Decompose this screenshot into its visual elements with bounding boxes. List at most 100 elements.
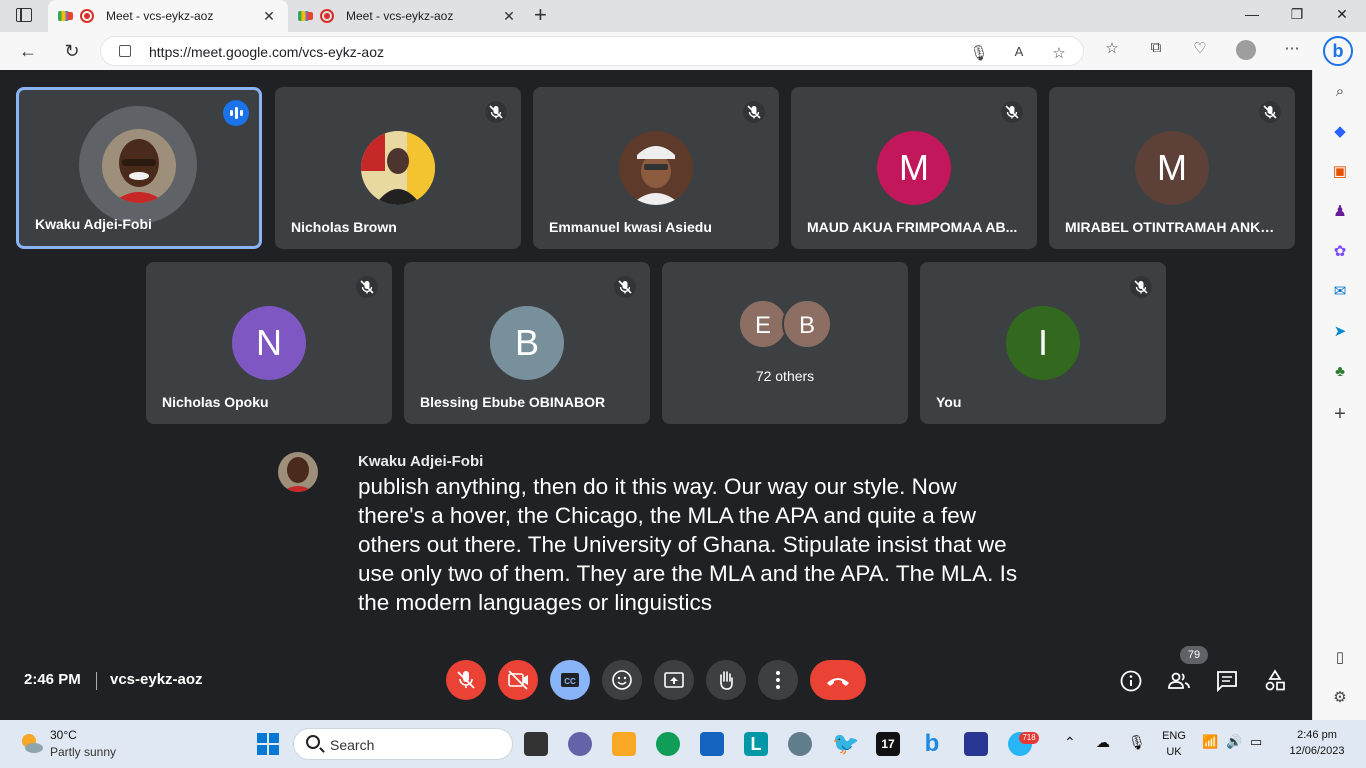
outlook-icon[interactable]: ✉: [1330, 282, 1350, 302]
participant-tile-kwaku[interactable]: Kwaku Adjei-Fobi: [16, 87, 262, 249]
meeting-info-icon[interactable]: [1118, 668, 1144, 694]
tab-actions-icon[interactable]: [16, 8, 32, 22]
speaking-indicator-icon: [223, 100, 249, 126]
weather-partly-sunny-icon[interactable]: [18, 730, 44, 756]
participant-tile-others[interactable]: E B 72 others: [662, 262, 908, 424]
refresh-icon[interactable]: ↻: [60, 40, 84, 62]
restore-icon[interactable]: ❐: [1287, 6, 1307, 23]
meeting-time: 2:46 PM: [24, 671, 81, 688]
more-menu-icon[interactable]: ⋯: [1282, 39, 1302, 57]
twitter-icon[interactable]: 🐦: [832, 732, 859, 756]
weather-description[interactable]: Partly sunny: [50, 745, 116, 759]
clock-time[interactable]: 2:46 pm: [1282, 729, 1352, 741]
meet-favicon-icon: [298, 9, 314, 23]
volume-icon[interactable]: 🔊: [1226, 734, 1242, 750]
lock-icon[interactable]: [119, 45, 131, 57]
microsoft-store-icon[interactable]: [700, 732, 724, 756]
address-bar[interactable]: https://meet.google.com/vcs-eykz-aoz 🎙 A…: [100, 36, 1084, 66]
close-window-icon[interactable]: ✕: [1332, 6, 1352, 23]
clock-date[interactable]: 12/06/2023: [1282, 745, 1352, 757]
taskbar-search-box[interactable]: Search: [293, 728, 513, 760]
favorite-star-icon[interactable]: ☆: [1049, 44, 1069, 62]
browser-essentials-icon[interactable]: ♡: [1190, 39, 1210, 57]
participant-tile-mirabel[interactable]: M MIRABEL OTINTRAMAH ANKR...: [1049, 87, 1295, 249]
participant-photo: [102, 129, 176, 203]
show-hidden-icons-icon[interactable]: ⌃: [1064, 734, 1076, 751]
mic-off-icon: [614, 276, 636, 298]
sidebar-settings-icon[interactable]: ⚙: [1330, 688, 1350, 708]
activities-icon[interactable]: [1262, 668, 1288, 694]
participant-tile-nicholas-brown[interactable]: Nicholas Brown: [275, 87, 521, 249]
new-tab-icon[interactable]: +: [534, 4, 547, 26]
bing-copilot-icon[interactable]: b: [1323, 36, 1353, 66]
tools-icon[interactable]: ▣: [1330, 162, 1350, 182]
windows-start-icon[interactable]: [256, 732, 280, 756]
participant-name: Nicholas Brown: [291, 219, 397, 235]
raise-hand-button[interactable]: [706, 660, 746, 700]
emoji-reaction-button[interactable]: [602, 660, 642, 700]
participant-tile-you[interactable]: I You: [920, 262, 1166, 424]
participant-tile-nicholas-opoku[interactable]: N Nicholas Opoku: [146, 262, 392, 424]
mic-toggle-button[interactable]: [446, 660, 486, 700]
microsoft365-icon[interactable]: ✿: [1330, 242, 1350, 262]
participant-avatar: N: [232, 306, 306, 380]
hide-sidebar-icon[interactable]: ▯: [1330, 648, 1350, 668]
sidebar-search-icon[interactable]: ⌕: [1330, 82, 1350, 102]
present-screen-button[interactable]: [654, 660, 694, 700]
settings-gear-icon[interactable]: [788, 732, 812, 756]
drop-icon[interactable]: ➤: [1330, 322, 1350, 342]
others-avatar: B: [782, 299, 832, 349]
weather-temperature[interactable]: 30°C: [50, 728, 77, 742]
close-tab-icon[interactable]: ✕: [260, 8, 278, 25]
file-explorer-icon[interactable]: [612, 732, 636, 756]
meet-stage: Kwaku Adjei-Fobi Nicholas Brown Emmanuel…: [0, 70, 1312, 720]
language-indicator[interactable]: ENG: [1160, 730, 1188, 742]
tab-meet-active[interactable]: Meet - vcs-eykz-aoz ✕: [48, 0, 288, 32]
microphone-tray-icon[interactable]: 🎙: [1128, 734, 1146, 751]
profile-avatar[interactable]: [1236, 40, 1256, 60]
shopping-icon[interactable]: ◆: [1330, 122, 1350, 142]
teams-chat-icon[interactable]: [568, 732, 592, 756]
caption-speaker-name: Kwaku Adjei-Fobi: [358, 453, 484, 470]
participant-tile-blessing[interactable]: B Blessing Ebube OBINABOR: [404, 262, 650, 424]
participant-tile-maud[interactable]: M MAUD AKUA FRIMPOMAA AB...: [791, 87, 1037, 249]
participant-name: Blessing Ebube OBINABOR: [420, 394, 606, 410]
recording-indicator-icon: [80, 9, 94, 23]
region-indicator[interactable]: UK: [1160, 746, 1188, 758]
edge-browser-icon[interactable]: [656, 732, 680, 756]
url-text[interactable]: https://meet.google.com/vcs-eykz-aoz: [149, 44, 384, 60]
read-aloud-icon[interactable]: A: [1009, 44, 1029, 59]
microphone-icon[interactable]: 🎙: [969, 44, 989, 62]
back-icon[interactable]: ←: [16, 40, 40, 62]
bing-b-icon[interactable]: b: [920, 732, 944, 756]
participant-avatar: M: [877, 131, 951, 205]
people-icon[interactable]: [1166, 668, 1192, 694]
onedrive-cloud-icon[interactable]: ☁: [1096, 734, 1110, 751]
close-tab-icon[interactable]: ✕: [500, 8, 518, 25]
more-options-button[interactable]: [758, 660, 798, 700]
participant-photo: [619, 131, 693, 205]
camera-toggle-button[interactable]: [498, 660, 538, 700]
participant-avatar: I: [1006, 306, 1080, 380]
university-crest-icon[interactable]: [964, 732, 988, 756]
add-sidebar-app-icon[interactable]: +: [1330, 404, 1350, 424]
wifi-icon[interactable]: 📶: [1202, 734, 1218, 750]
games-icon[interactable]: ♟: [1330, 202, 1350, 222]
tree-icon[interactable]: ♣: [1330, 362, 1350, 382]
leave-call-button[interactable]: [810, 660, 866, 700]
favorites-icon[interactable]: ☆: [1102, 39, 1122, 57]
tab-title: Meet - vcs-eykz-aoz: [106, 9, 214, 23]
meet-control-bar: 2:46 PM vcs-eykz-aoz CC 79: [0, 646, 1312, 720]
battery-icon[interactable]: ▭: [1250, 734, 1262, 750]
launcher-l-icon[interactable]: L: [744, 732, 768, 756]
minimize-icon[interactable]: —: [1242, 6, 1262, 22]
others-avatar: E: [738, 299, 788, 349]
chat-icon[interactable]: [1214, 668, 1240, 694]
tab-meet-second[interactable]: Meet - vcs-eykz-aoz ✕: [288, 0, 528, 32]
mic-off-icon: [1001, 101, 1023, 123]
captions-button[interactable]: CC: [550, 660, 590, 700]
participant-tile-emmanuel[interactable]: Emmanuel kwasi Asiedu: [533, 87, 779, 249]
task-view-icon[interactable]: [524, 732, 548, 756]
tradingview-icon[interactable]: 17: [876, 732, 900, 756]
collections-icon[interactable]: ⧉: [1146, 39, 1166, 56]
